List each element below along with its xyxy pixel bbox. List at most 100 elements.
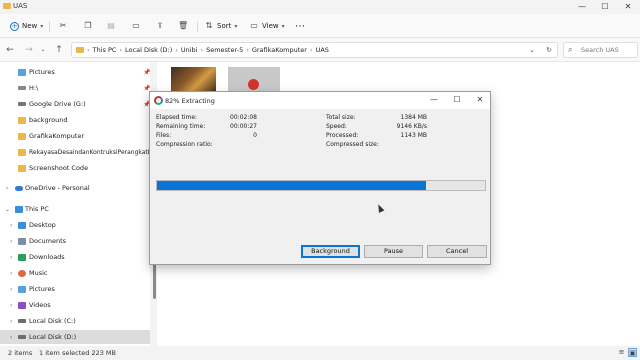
cancel-button[interactable]: Cancel (427, 245, 487, 258)
sidebar-item-google-drive[interactable]: Google Drive (G:) 📌 (0, 97, 150, 111)
computer-icon (15, 205, 23, 213)
extracting-dialog: 82% Extracting — ☐ ✕ Elapsed time: 00:02… (149, 91, 491, 265)
sidebar-item-downloads[interactable]: › Downloads (0, 250, 150, 264)
sidebar-item-onedrive[interactable]: › OneDrive - Personal (0, 181, 150, 195)
refresh-button[interactable]: ↻ (544, 45, 554, 55)
forward-button[interactable]: → (23, 44, 35, 56)
drive-icon (18, 335, 26, 339)
pin-icon: 📌 (143, 68, 151, 76)
breadcrumb-item[interactable]: Local Disk (D:) (125, 46, 172, 54)
pictures-icon (18, 68, 26, 76)
sidebar-item-music[interactable]: › Music (0, 266, 150, 280)
search-icon: ⌕ (568, 45, 573, 54)
chevron-right-icon: › (10, 269, 13, 277)
chevron-down-icon: ▾ (40, 22, 44, 30)
copy-icon: ❐ (84, 21, 92, 30)
search-input[interactable]: ⌕ Search UAS (563, 42, 638, 58)
chevron-right-icon: › (10, 285, 13, 293)
cloud-icon (15, 186, 23, 191)
back-button[interactable]: ← (4, 44, 16, 56)
more-options-button[interactable]: ⋯ (295, 20, 305, 32)
search-placeholder: Search UAS (581, 46, 619, 54)
rename-button[interactable]: ▭ (131, 20, 141, 32)
sidebar-item-desktop[interactable]: › Desktop (0, 218, 150, 232)
address-dropdown-button[interactable]: ⌄ (527, 45, 537, 55)
speed-label: Speed: (326, 123, 347, 130)
breadcrumb-item[interactable]: This PC (93, 46, 117, 54)
breadcrumb-item[interactable]: GrafikaKomputer (252, 46, 307, 54)
remaining-time-value: 00:00:27 (230, 123, 257, 130)
folder-icon (3, 3, 11, 9)
total-size-label: Total size: (326, 114, 356, 121)
minimize-button[interactable]: — (571, 1, 593, 13)
documents-icon (18, 237, 26, 245)
sidebar-item-videos[interactable]: › Videos (0, 298, 150, 312)
divider (197, 21, 198, 32)
progress-fill (157, 181, 426, 190)
close-window-button[interactable]: ✕ (617, 1, 639, 13)
video-icon (18, 301, 26, 309)
scissors-icon: ✂ (59, 21, 67, 30)
view-icon: ▭ (250, 21, 258, 30)
selection-info: 1 item selected 223 MB (39, 349, 116, 357)
thumbnails-view-icon[interactable]: ▣ (628, 348, 637, 357)
copy-button[interactable]: ❐ (83, 20, 93, 32)
total-size-value: 1384 MB (400, 114, 427, 121)
chevron-down-icon: ⌄ (5, 205, 11, 213)
sidebar-item-pictures-quick[interactable]: Pictures 📌 (0, 65, 150, 79)
drive-icon (18, 102, 26, 106)
sidebar-item-local-disk-d[interactable]: › Local Disk (D:) (0, 330, 150, 344)
sidebar-item-rekayasa[interactable]: RekayasaDesaindanKontruksiPerangkatLunak (0, 145, 166, 159)
recent-locations-button[interactable]: ⌄ (37, 44, 49, 56)
chevron-right-icon: › (10, 301, 13, 309)
address-bar[interactable]: › This PC › Local Disk (D:) › Unibi › Se… (71, 42, 558, 58)
elapsed-time-value: 00:02:08 (230, 114, 257, 121)
remaining-time-label: Remaining time: (156, 123, 206, 130)
sidebar-item-this-pc[interactable]: ⌄ This PC (0, 202, 150, 216)
paste-button[interactable]: ▤ (106, 20, 116, 32)
window-titlebar: UAS — ☐ ✕ (0, 0, 640, 14)
sidebar-item-pictures[interactable]: › Pictures (0, 282, 150, 296)
maximize-button[interactable]: ☐ (594, 1, 616, 13)
breadcrumb-item[interactable]: Semester-5 (206, 46, 243, 54)
sort-button[interactable]: ⇅ Sort ▾ (204, 20, 238, 32)
share-icon: ⇪ (156, 21, 164, 30)
dialog-close-button[interactable]: ✕ (473, 94, 487, 106)
dialog-minimize-button[interactable]: — (427, 94, 441, 106)
background-button[interactable]: Background (301, 245, 360, 258)
breadcrumb-item[interactable]: Unibi (181, 46, 198, 54)
folder-icon (18, 116, 26, 124)
share-button[interactable]: ⇪ (155, 20, 165, 32)
sidebar-item-background[interactable]: background (0, 113, 150, 127)
download-icon (18, 253, 26, 261)
view-button[interactable]: ▭ View ▾ (249, 20, 284, 32)
cut-button[interactable]: ✂ (58, 20, 68, 32)
files-value: 0 (253, 132, 257, 139)
speed-value: 9146 KB/s (396, 123, 427, 130)
chevron-right-icon: › (10, 221, 13, 229)
details-view-icon[interactable]: ≡ (617, 348, 626, 357)
new-button[interactable]: + New ▾ (10, 20, 43, 32)
up-button[interactable]: ↑ (53, 44, 65, 56)
archive-icon (248, 79, 259, 90)
sidebar-item-local-disk-c[interactable]: › Local Disk (C:) (0, 314, 150, 328)
folder-icon (18, 164, 26, 172)
sidebar-item-screenshoot-code[interactable]: Screenshoot Code (0, 161, 150, 175)
sidebar-item-grafikakomputer[interactable]: GrafikaKomputer (0, 129, 150, 143)
navigation-bar: ← → ⌄ ↑ › This PC › Local Disk (D:) › Un… (0, 38, 640, 62)
sidebar-item-h-drive[interactable]: H:\ 📌 (0, 81, 150, 95)
sidebar-item-documents[interactable]: › Documents (0, 234, 150, 248)
chevron-right-icon: › (10, 317, 13, 325)
processed-value: 1143 MB (400, 132, 427, 139)
sidebar-scrollbar[interactable] (153, 261, 156, 299)
folder-icon (76, 47, 84, 53)
chevron-down-icon: ▾ (234, 22, 238, 30)
dialog-maximize-button[interactable]: ☐ (450, 94, 464, 106)
delete-button[interactable]: 🗑 (178, 20, 188, 32)
rename-icon: ▭ (132, 21, 140, 30)
new-label: New (22, 22, 38, 30)
drive-icon (18, 86, 26, 90)
breadcrumb-item[interactable]: UAS (316, 46, 329, 54)
processed-label: Processed: (326, 132, 359, 139)
pause-button[interactable]: Pause (364, 245, 423, 258)
